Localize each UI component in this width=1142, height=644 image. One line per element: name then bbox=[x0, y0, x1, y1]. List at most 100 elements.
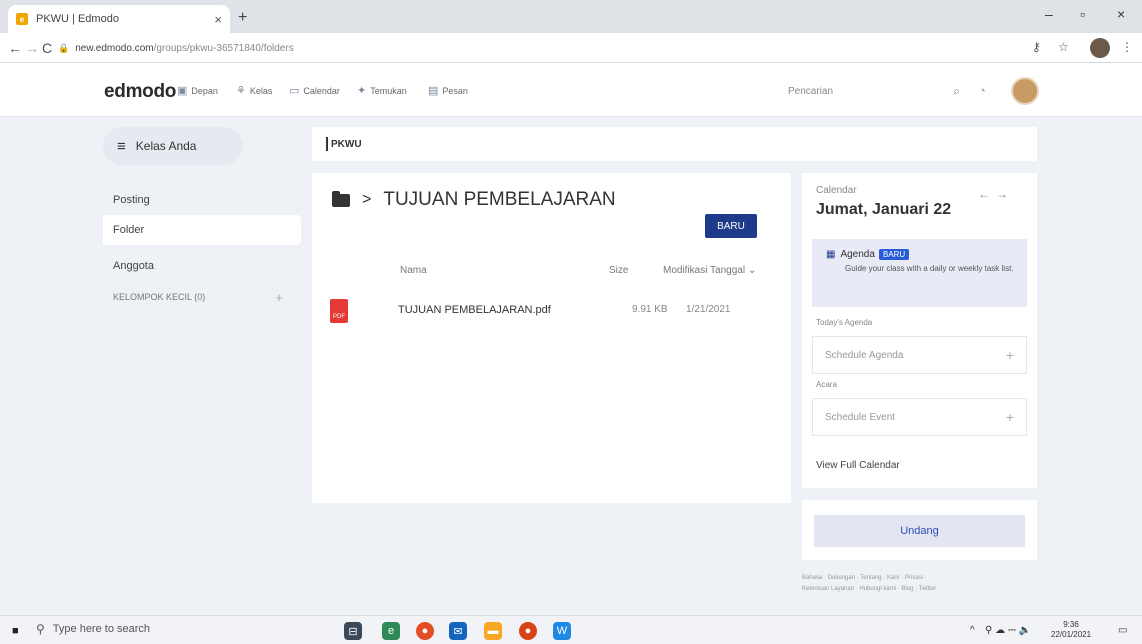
acara-label: Acara bbox=[816, 380, 837, 389]
file-date: 1/21/2021 bbox=[686, 304, 731, 315]
column-header-name[interactable]: Nama bbox=[400, 265, 427, 276]
nav-pesan[interactable]: ▤ Pesan bbox=[428, 84, 468, 97]
tab-close-icon[interactable]: × bbox=[214, 12, 222, 27]
calendar-nav-arrows[interactable]: ←→ bbox=[978, 187, 1014, 201]
tab-title: PKWU | Edmodo bbox=[36, 13, 119, 25]
tray-chevron-icon[interactable]: ^ bbox=[970, 625, 975, 636]
sidebar-item-posting[interactable]: Posting bbox=[103, 185, 301, 215]
windows-start-icon[interactable]: ■ bbox=[12, 625, 19, 637]
footer-line[interactable]: Ketentuan Layanan · Hubungi kami · Blog … bbox=[802, 584, 1037, 595]
word-icon[interactable]: W bbox=[553, 622, 571, 640]
column-header-modified[interactable]: Modifikasi Tanggal ⌄ bbox=[663, 265, 756, 276]
url-field[interactable]: 🔒 new.edmodo.com /groups/pkwu-36571840/f… bbox=[58, 38, 1018, 58]
reload-button[interactable]: C bbox=[42, 40, 52, 56]
notification-center-icon[interactable]: ▭ bbox=[1118, 625, 1127, 636]
chrome-profile-icon[interactable]: ● bbox=[519, 622, 537, 640]
key-icon[interactable]: ⚷ bbox=[1032, 40, 1041, 54]
back-button[interactable]: ← bbox=[8, 40, 22, 56]
message-icon: ▤ bbox=[428, 85, 439, 97]
plus-icon: + bbox=[1005, 409, 1014, 425]
task-view-icon[interactable]: ⊟ bbox=[344, 622, 362, 640]
invite-button[interactable]: Undang bbox=[814, 515, 1025, 547]
address-bar: ← → C 🔒 new.edmodo.com /groups/pkwu-3657… bbox=[0, 33, 1142, 63]
sidebar-small-groups[interactable]: KELOMPOK KECIL (0) + bbox=[103, 282, 301, 312]
menu-dots-icon[interactable]: ⋮ bbox=[1121, 40, 1133, 54]
home-icon: ▣ bbox=[177, 85, 188, 97]
nav-depan[interactable]: ▣ Depan bbox=[177, 84, 218, 97]
group-title-bar: PKWU bbox=[312, 127, 1037, 161]
star-icon[interactable]: ☆ bbox=[1058, 40, 1069, 54]
column-header-size[interactable]: Size bbox=[609, 265, 628, 276]
file-explorer-icon[interactable]: ▬ bbox=[484, 622, 502, 640]
edmodo-logo[interactable]: edmodo bbox=[104, 81, 176, 103]
new-badge: BARU bbox=[878, 249, 910, 260]
forward-button[interactable]: → bbox=[25, 40, 39, 56]
agenda-title: Agenda bbox=[840, 249, 875, 260]
app-header: edmodo ▣ Depan ⚘ Kelas ▭ Calendar ✦ Temu… bbox=[0, 63, 1142, 117]
agenda-description: Guide your class with a daily or weekly … bbox=[845, 264, 1014, 273]
agenda-promo[interactable]: ▦ Agenda BARU Guide your class with a da… bbox=[812, 239, 1027, 307]
calendar-icon: ▭ bbox=[289, 85, 300, 97]
small-groups-label: KELOMPOK KECIL (0) bbox=[113, 292, 206, 302]
sidebar-item-label: Folder bbox=[113, 224, 145, 236]
folder-panel: > TUJUAN PEMBELAJARAN BARU Nama Size Mod… bbox=[312, 173, 791, 503]
nav-label: Pesan bbox=[442, 85, 468, 96]
notification-icon[interactable]: ◔ bbox=[978, 83, 986, 98]
calendar-panel: Calendar ←→ Jumat, Januari 22 ▦ Agenda B… bbox=[802, 173, 1037, 488]
tray-icons[interactable]: ⚲ ☁ ⎓ 🔈 bbox=[985, 625, 1031, 636]
folder-name: TUJUAN PEMBELAJARAN bbox=[383, 189, 616, 210]
browser-tab-bar: e PKWU | Edmodo × + – ▫ × bbox=[0, 0, 1142, 33]
nav-kelas[interactable]: ⚘ Kelas bbox=[236, 84, 272, 97]
group-title-accent bbox=[326, 137, 328, 151]
new-button[interactable]: BARU bbox=[705, 214, 757, 238]
classes-button[interactable]: ≡ Kelas Anda bbox=[103, 127, 243, 165]
schedule-event-label: Schedule Event bbox=[825, 411, 896, 423]
taskbar-search[interactable]: ⚲ Type here to search bbox=[36, 622, 150, 636]
footer-line[interactable]: Bahasa · Dukungan · Tentang · Karir · Pr… bbox=[802, 573, 1037, 584]
file-name[interactable]: TUJUAN PEMBELAJARAN.pdf bbox=[398, 304, 551, 316]
url-host: new.edmodo.com bbox=[75, 42, 154, 54]
footer-links: Bahasa · Dukungan · Tentang · Karir · Pr… bbox=[802, 573, 1037, 595]
folder-icon[interactable] bbox=[332, 190, 350, 207]
browser-profile-avatar[interactable] bbox=[1090, 38, 1110, 58]
invite-panel: Undang bbox=[802, 500, 1037, 560]
edge-icon[interactable]: e bbox=[382, 622, 400, 640]
plus-icon: + bbox=[1005, 347, 1014, 363]
nav-temukan[interactable]: ✦ Temukan bbox=[357, 84, 407, 97]
user-avatar[interactable] bbox=[1011, 77, 1039, 105]
close-window-button[interactable]: × bbox=[1117, 6, 1125, 22]
todays-agenda-label: Today's Agenda bbox=[816, 318, 873, 327]
breadcrumb-separator: > bbox=[362, 191, 372, 208]
search-placeholder: Pencarian bbox=[788, 85, 834, 97]
nav-calendar[interactable]: ▭ Calendar bbox=[289, 84, 340, 97]
new-tab-button[interactable]: + bbox=[238, 9, 247, 27]
browser-tab[interactable]: e PKWU | Edmodo × bbox=[8, 5, 230, 33]
search-input[interactable]: Pencarian ⌕ bbox=[788, 80, 960, 102]
agenda-icon: ▦ bbox=[826, 249, 836, 260]
mail-icon[interactable]: ✉ bbox=[449, 622, 467, 640]
search-icon[interactable]: ⌕ bbox=[953, 84, 960, 99]
taskbar-clock[interactable]: 9:36 22/01/2021 bbox=[1051, 620, 1091, 640]
nav-label: Calendar bbox=[303, 85, 340, 96]
minimize-button[interactable]: – bbox=[1045, 6, 1053, 22]
taskbar-search-placeholder: Type here to search bbox=[52, 623, 151, 635]
nav-label: Depan bbox=[191, 85, 218, 96]
sidebar-item-label: Anggota bbox=[113, 260, 154, 272]
sidebar-item-folder[interactable]: Folder bbox=[103, 215, 301, 245]
edmodo-favicon-icon: e bbox=[16, 13, 28, 25]
pdf-file-icon: PDF bbox=[330, 299, 348, 323]
folder-breadcrumb: > TUJUAN PEMBELAJARAN bbox=[332, 189, 616, 211]
maximize-button[interactable]: ▫ bbox=[1080, 6, 1085, 22]
calendar-label: Calendar bbox=[816, 185, 857, 196]
add-small-group-icon[interactable]: + bbox=[275, 290, 283, 305]
menu-icon: ≡ bbox=[117, 137, 126, 155]
schedule-agenda-button[interactable]: Schedule Agenda + bbox=[812, 336, 1027, 374]
schedule-event-button[interactable]: Schedule Event + bbox=[812, 398, 1027, 436]
nav-label: Kelas bbox=[249, 85, 273, 96]
view-full-calendar-link[interactable]: View Full Calendar bbox=[816, 460, 900, 471]
calendar-date: Jumat, Januari 22 bbox=[816, 201, 952, 218]
lock-icon: 🔒 bbox=[58, 42, 70, 53]
file-row[interactable]: PDF TUJUAN PEMBELAJARAN.pdf 9.91 KB 1/21… bbox=[330, 295, 780, 331]
chrome-icon[interactable]: ● bbox=[416, 622, 434, 640]
sidebar-item-anggota[interactable]: Anggota bbox=[103, 251, 301, 281]
